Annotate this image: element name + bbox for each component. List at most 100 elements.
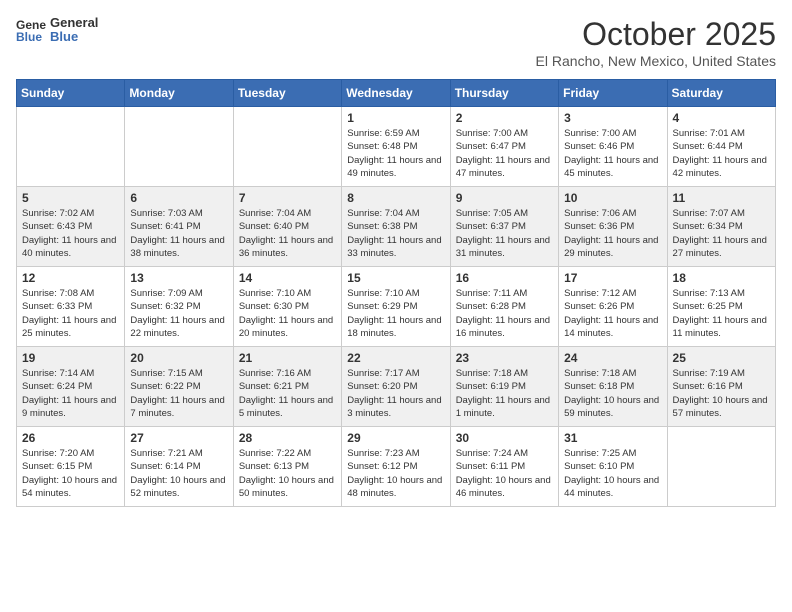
day-info: Sunrise: 7:06 AM Sunset: 6:36 PM Dayligh… xyxy=(564,207,661,260)
calendar-week-row: 26Sunrise: 7:20 AM Sunset: 6:15 PM Dayli… xyxy=(17,427,776,507)
day-number: 30 xyxy=(456,431,553,445)
day-info: Sunrise: 7:00 AM Sunset: 6:47 PM Dayligh… xyxy=(456,127,553,180)
calendar-cell: 9 Sunrise: 7:05 AM Sunset: 6:37 PM Daylig… xyxy=(450,187,558,267)
calendar-week-row: 12 Sunrise: 7:08 AM Sunset: 6:33 PM Dayli… xyxy=(17,267,776,347)
day-number: 25 xyxy=(673,351,770,365)
day-info: Sunrise: 7:18 AM Sunset: 6:18 PM Dayligh… xyxy=(564,367,661,420)
day-number: 12 xyxy=(22,271,119,285)
day-info: Sunrise: 7:00 AM Sunset: 6:46 PM Dayligh… xyxy=(564,127,661,180)
day-number: 31 xyxy=(564,431,661,445)
svg-text:Blue: Blue xyxy=(16,30,42,43)
calendar-cell: 24 Sunrise: 7:18 AM Sunset: 6:18 PM Dayli… xyxy=(559,347,667,427)
day-number: 18 xyxy=(673,271,770,285)
calendar-cell: 16 Sunrise: 7:11 AM Sunset: 6:28 PM Dayli… xyxy=(450,267,558,347)
day-info: Sunrise: 6:59 AM Sunset: 6:48 PM Dayligh… xyxy=(347,127,444,180)
day-number: 13 xyxy=(130,271,227,285)
logo-blue: Blue xyxy=(50,30,98,44)
day-number: 15 xyxy=(347,271,444,285)
day-number: 3 xyxy=(564,111,661,125)
day-info: Sunrise: 7:18 AM Sunset: 6:19 PM Dayligh… xyxy=(456,367,553,420)
calendar-cell: 18 Sunrise: 7:13 AM Sunset: 6:25 PM Dayli… xyxy=(667,267,775,347)
day-header-sunday: Sunday xyxy=(17,80,125,107)
logo: General Blue General Blue xyxy=(16,16,98,45)
header: General Blue General Blue October 2025 E… xyxy=(16,16,776,69)
calendar-cell: 19 Sunrise: 7:14 AM Sunset: 6:24 PM Dayli… xyxy=(17,347,125,427)
day-info: Sunrise: 7:04 AM Sunset: 6:40 PM Dayligh… xyxy=(239,207,336,260)
day-info: Sunrise: 7:03 AM Sunset: 6:41 PM Dayligh… xyxy=(130,207,227,260)
day-info: Sunrise: 7:17 AM Sunset: 6:20 PM Dayligh… xyxy=(347,367,444,420)
calendar-cell: 20 Sunrise: 7:15 AM Sunset: 6:22 PM Dayli… xyxy=(125,347,233,427)
calendar-cell: 27Sunrise: 7:21 AM Sunset: 6:14 PM Dayli… xyxy=(125,427,233,507)
day-info: Sunrise: 7:10 AM Sunset: 6:29 PM Dayligh… xyxy=(347,287,444,340)
calendar-cell: 11Sunrise: 7:07 AM Sunset: 6:34 PM Dayli… xyxy=(667,187,775,267)
day-number: 11 xyxy=(673,191,770,205)
day-header-wednesday: Wednesday xyxy=(342,80,450,107)
day-number: 2 xyxy=(456,111,553,125)
calendar-cell: 7Sunrise: 7:04 AM Sunset: 6:40 PM Daylig… xyxy=(233,187,341,267)
calendar-cell: 14 Sunrise: 7:10 AM Sunset: 6:30 PM Dayli… xyxy=(233,267,341,347)
logo-general: General xyxy=(50,16,98,30)
day-number: 4 xyxy=(673,111,770,125)
day-number: 9 xyxy=(456,191,553,205)
day-info: Sunrise: 7:14 AM Sunset: 6:24 PM Dayligh… xyxy=(22,367,119,420)
calendar-cell: 5 Sunrise: 7:02 AM Sunset: 6:43 PM Daylig… xyxy=(17,187,125,267)
day-number: 27 xyxy=(130,431,227,445)
day-info: Sunrise: 7:09 AM Sunset: 6:32 PM Dayligh… xyxy=(130,287,227,340)
calendar-cell: 13 Sunrise: 7:09 AM Sunset: 6:32 PM Dayli… xyxy=(125,267,233,347)
day-info: Sunrise: 7:10 AM Sunset: 6:30 PM Dayligh… xyxy=(239,287,336,340)
day-number: 22 xyxy=(347,351,444,365)
calendar-cell: 30 Sunrise: 7:24 AM Sunset: 6:11 PM Dayli… xyxy=(450,427,558,507)
day-info: Sunrise: 7:20 AM Sunset: 6:15 PM Dayligh… xyxy=(22,447,119,500)
day-number: 14 xyxy=(239,271,336,285)
title-area: October 2025 El Rancho, New Mexico, Unit… xyxy=(536,16,776,69)
day-info: Sunrise: 7:13 AM Sunset: 6:25 PM Dayligh… xyxy=(673,287,770,340)
day-info: Sunrise: 7:08 AM Sunset: 6:33 PM Dayligh… xyxy=(22,287,119,340)
calendar-cell: 25 Sunrise: 7:19 AM Sunset: 6:16 PM Dayli… xyxy=(667,347,775,427)
calendar-cell: 2 Sunrise: 7:00 AM Sunset: 6:47 PM Daylig… xyxy=(450,107,558,187)
calendar-cell: 28 Sunrise: 7:22 AM Sunset: 6:13 PM Dayli… xyxy=(233,427,341,507)
calendar-cell: 17Sunrise: 7:12 AM Sunset: 6:26 PM Dayli… xyxy=(559,267,667,347)
calendar-cell: 21 Sunrise: 7:16 AM Sunset: 6:21 PM Dayli… xyxy=(233,347,341,427)
calendar-cell: 6 Sunrise: 7:03 AM Sunset: 6:41 PM Daylig… xyxy=(125,187,233,267)
day-number: 19 xyxy=(22,351,119,365)
day-info: Sunrise: 7:02 AM Sunset: 6:43 PM Dayligh… xyxy=(22,207,119,260)
day-info: Sunrise: 7:16 AM Sunset: 6:21 PM Dayligh… xyxy=(239,367,336,420)
calendar-cell xyxy=(667,427,775,507)
day-info: Sunrise: 7:24 AM Sunset: 6:11 PM Dayligh… xyxy=(456,447,553,500)
day-info: Sunrise: 7:25 AM Sunset: 6:10 PM Dayligh… xyxy=(564,447,661,500)
calendar-cell xyxy=(125,107,233,187)
day-header-monday: Monday xyxy=(125,80,233,107)
day-number: 16 xyxy=(456,271,553,285)
day-info: Sunrise: 7:11 AM Sunset: 6:28 PM Dayligh… xyxy=(456,287,553,340)
day-header-tuesday: Tuesday xyxy=(233,80,341,107)
day-number: 6 xyxy=(130,191,227,205)
calendar-cell: 3 Sunrise: 7:00 AM Sunset: 6:46 PM Daylig… xyxy=(559,107,667,187)
calendar-cell: 26Sunrise: 7:20 AM Sunset: 6:15 PM Dayli… xyxy=(17,427,125,507)
calendar-cell: 8 Sunrise: 7:04 AM Sunset: 6:38 PM Daylig… xyxy=(342,187,450,267)
month-title: October 2025 xyxy=(536,16,776,53)
day-number: 5 xyxy=(22,191,119,205)
day-info: Sunrise: 7:01 AM Sunset: 6:44 PM Dayligh… xyxy=(673,127,770,180)
day-number: 20 xyxy=(130,351,227,365)
calendar-table: SundayMondayTuesdayWednesdayThursdayFrid… xyxy=(16,79,776,507)
calendar-cell: 4 Sunrise: 7:01 AM Sunset: 6:44 PM Daylig… xyxy=(667,107,775,187)
day-info: Sunrise: 7:22 AM Sunset: 6:13 PM Dayligh… xyxy=(239,447,336,500)
day-info: Sunrise: 7:05 AM Sunset: 6:37 PM Dayligh… xyxy=(456,207,553,260)
day-number: 28 xyxy=(239,431,336,445)
day-number: 21 xyxy=(239,351,336,365)
day-info: Sunrise: 7:12 AM Sunset: 6:26 PM Dayligh… xyxy=(564,287,661,340)
day-info: Sunrise: 7:04 AM Sunset: 6:38 PM Dayligh… xyxy=(347,207,444,260)
calendar-cell: 15 Sunrise: 7:10 AM Sunset: 6:29 PM Dayli… xyxy=(342,267,450,347)
location-title: El Rancho, New Mexico, United States xyxy=(536,53,776,69)
calendar-cell: 22 Sunrise: 7:17 AM Sunset: 6:20 PM Dayli… xyxy=(342,347,450,427)
day-info: Sunrise: 7:23 AM Sunset: 6:12 PM Dayligh… xyxy=(347,447,444,500)
calendar-header-row: SundayMondayTuesdayWednesdayThursdayFrid… xyxy=(17,80,776,107)
day-number: 10 xyxy=(564,191,661,205)
day-info: Sunrise: 7:19 AM Sunset: 6:16 PM Dayligh… xyxy=(673,367,770,420)
day-number: 24 xyxy=(564,351,661,365)
day-info: Sunrise: 7:15 AM Sunset: 6:22 PM Dayligh… xyxy=(130,367,227,420)
calendar-cell: 31 Sunrise: 7:25 AM Sunset: 6:10 PM Dayli… xyxy=(559,427,667,507)
day-number: 29 xyxy=(347,431,444,445)
day-number: 8 xyxy=(347,191,444,205)
day-number: 23 xyxy=(456,351,553,365)
